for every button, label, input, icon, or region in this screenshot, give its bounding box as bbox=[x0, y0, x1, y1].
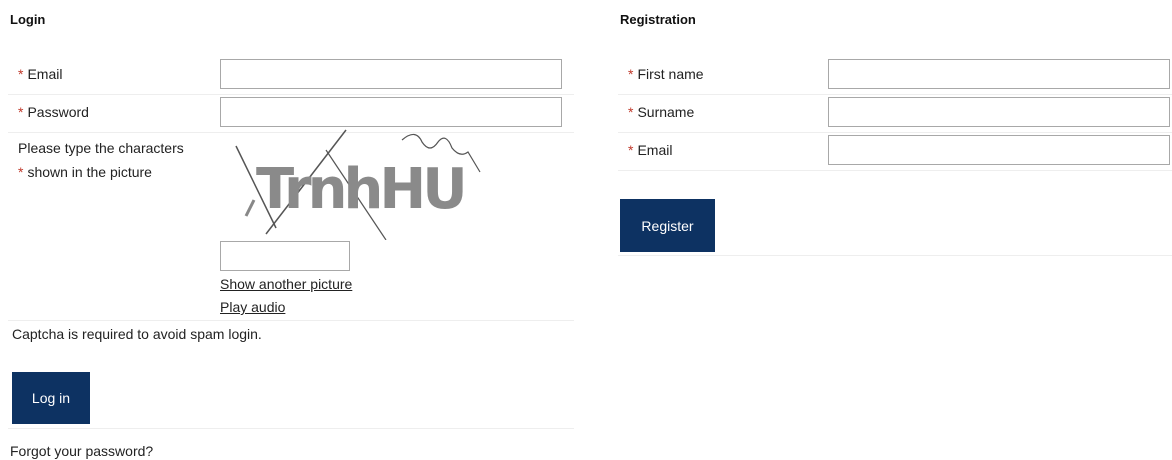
required-marker: * bbox=[18, 104, 24, 120]
captcha-text: TrnhHU bbox=[256, 157, 464, 222]
reg-email-input[interactable] bbox=[828, 135, 1170, 165]
reg-first-name-label: * First name bbox=[628, 66, 704, 82]
divider bbox=[8, 320, 574, 321]
reg-first-name-label-text: First name bbox=[637, 66, 704, 82]
login-heading: Login bbox=[10, 12, 46, 27]
login-password-input[interactable] bbox=[220, 97, 562, 127]
login-password-label: * Password bbox=[18, 104, 89, 120]
reg-surname-label-text: Surname bbox=[637, 104, 695, 120]
registration-heading: Registration bbox=[620, 12, 696, 27]
required-marker: * bbox=[628, 66, 634, 82]
required-marker: * bbox=[628, 104, 634, 120]
required-marker: * bbox=[18, 66, 24, 82]
required-marker: * bbox=[628, 142, 634, 158]
reg-email-row: * Email bbox=[618, 132, 1172, 171]
divider bbox=[8, 428, 574, 429]
forgot-password-link[interactable]: Forgot your password? bbox=[10, 443, 153, 459]
captcha-label-line2: * shown in the picture bbox=[18, 164, 152, 180]
reg-surname-label: * Surname bbox=[628, 104, 694, 120]
login-button[interactable]: Log in bbox=[12, 372, 90, 424]
play-audio-link[interactable]: Play audio bbox=[220, 299, 285, 315]
login-email-input[interactable] bbox=[220, 59, 562, 89]
reg-email-label: * Email bbox=[628, 142, 672, 158]
login-email-label: * Email bbox=[18, 66, 62, 82]
captcha-input[interactable] bbox=[220, 241, 350, 271]
captcha-label-line2-text: shown in the picture bbox=[27, 164, 152, 180]
captcha-label-line1: Please type the characters bbox=[18, 140, 184, 156]
login-email-row: * Email bbox=[8, 56, 574, 95]
show-another-picture-link[interactable]: Show another picture bbox=[220, 276, 352, 292]
login-password-label-text: Password bbox=[27, 104, 89, 120]
reg-first-name-row: * First name bbox=[618, 56, 1172, 95]
reg-email-label-text: Email bbox=[637, 142, 673, 158]
reg-surname-input[interactable] bbox=[828, 97, 1170, 127]
required-marker: * bbox=[18, 164, 24, 180]
divider bbox=[618, 255, 1172, 256]
register-button[interactable]: Register bbox=[620, 199, 715, 252]
captcha-note: Captcha is required to avoid spam login. bbox=[12, 326, 262, 342]
reg-surname-row: * Surname bbox=[618, 94, 1172, 133]
reg-first-name-input[interactable] bbox=[828, 59, 1170, 89]
login-email-label-text: Email bbox=[27, 66, 63, 82]
captcha-image: TrnhHU bbox=[235, 129, 481, 240]
